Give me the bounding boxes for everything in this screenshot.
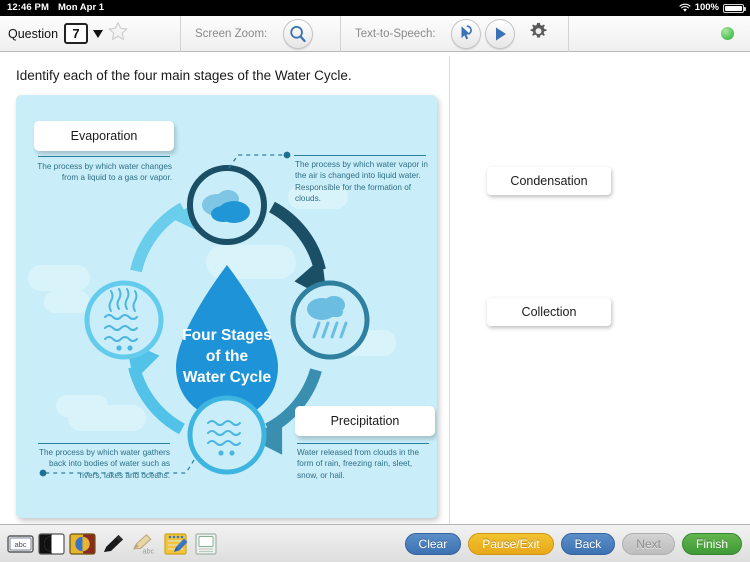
question-label: Question xyxy=(8,26,59,41)
svg-text:abc: abc xyxy=(143,546,155,555)
water-cycle-figure: Four Stages of the Water Cycle Evaporati… xyxy=(16,95,437,518)
toolbar-divider-3 xyxy=(567,15,569,52)
ios-status-bar: 12:46 PM Mon Apr 1 100% xyxy=(0,0,750,16)
next-button: Next xyxy=(622,532,675,555)
pencil-tool-icon[interactable] xyxy=(99,530,127,558)
svg-text:abc: abc xyxy=(14,540,26,549)
status-indicator-section xyxy=(721,16,734,52)
bottom-toolbar: abc abc Clear Pause/Exit Back Next Finis… xyxy=(0,524,750,562)
question-selector-section: Question 7 xyxy=(0,16,180,52)
text-to-speech-section: Text-to-Speech: xyxy=(341,16,548,52)
stage-circle-evaporation xyxy=(84,280,164,360)
screen-zoom-label: Screen Zoom: xyxy=(195,27,268,40)
wifi-icon xyxy=(679,3,691,13)
stage-underline-condensation[interactable] xyxy=(294,155,426,156)
finish-button[interactable]: Finish xyxy=(681,532,742,555)
question-number-box[interactable]: 7 xyxy=(64,23,89,44)
battery-percent-label: 100% xyxy=(694,2,719,13)
text-to-speech-label: Text-to-Speech: xyxy=(355,27,436,40)
pane-divider xyxy=(449,56,450,524)
stage-circle-collection xyxy=(187,395,267,475)
battery-icon xyxy=(723,3,746,13)
drop-title-line-2: of the xyxy=(206,348,249,365)
magnifier-icon[interactable] xyxy=(283,18,314,49)
eraser-sheet-tool-icon[interactable] xyxy=(192,530,220,558)
contrast-tool-icon[interactable] xyxy=(37,530,65,558)
app-root: 12:46 PM Mon Apr 1 100% Question 7 Scree… xyxy=(0,0,750,562)
clear-button[interactable]: Clear xyxy=(404,532,462,555)
stage-circle-condensation xyxy=(187,165,267,245)
stage-underline-precipitation xyxy=(297,443,429,444)
status-bar-time: 12:46 PM xyxy=(7,2,49,13)
leader-line-condensation xyxy=(228,151,291,169)
color-overlay-tool-icon[interactable] xyxy=(68,530,96,558)
tool-icon-group: abc abc xyxy=(6,530,220,558)
stage-description-collection: The process by which water gathers back … xyxy=(38,448,170,480)
stage-description-condensation: The process by which water vapor in the … xyxy=(295,160,428,204)
stage-description-precipitation: Water released from clouds in the form o… xyxy=(297,448,420,480)
chevron-down-icon[interactable] xyxy=(93,29,104,38)
notepad-tool-icon[interactable] xyxy=(161,530,189,558)
back-button[interactable]: Back xyxy=(560,532,616,555)
abc-text-tool-icon[interactable]: abc xyxy=(6,530,34,558)
star-outline-icon[interactable] xyxy=(107,21,129,47)
stage-underline-collection[interactable] xyxy=(38,443,170,444)
play-icon[interactable] xyxy=(484,18,515,49)
question-prompt: Identify each of the four main stages of… xyxy=(16,68,352,83)
choice-collection[interactable]: Collection xyxy=(487,298,611,326)
stage-circle-precipitation xyxy=(290,280,370,360)
pause-exit-button[interactable]: Pause/Exit xyxy=(468,532,554,555)
drop-title-line-1: Four Stages xyxy=(182,327,272,344)
stage-description-evaporation: The process by which water changes from … xyxy=(37,162,172,183)
highlighter-abc-tool-icon[interactable]: abc xyxy=(130,530,158,558)
stage-label-precipitation[interactable]: Precipitation xyxy=(295,406,435,436)
gear-icon[interactable] xyxy=(529,22,548,46)
status-bar-date: Mon Apr 1 xyxy=(58,2,105,13)
speech-pointer-icon[interactable] xyxy=(450,18,481,49)
top-toolbar: Question 7 Screen Zoom: Text-to-Speech: xyxy=(0,15,750,52)
stage-underline-evaporation xyxy=(38,156,170,157)
green-status-dot xyxy=(721,27,734,40)
screen-zoom-section: Screen Zoom: xyxy=(181,16,340,52)
stage-label-evaporation[interactable]: Evaporation xyxy=(34,121,174,151)
choice-condensation[interactable]: Condensation xyxy=(487,167,611,195)
drop-title-line-3: Water Cycle xyxy=(183,369,272,386)
navigation-button-group: Clear Pause/Exit Back Next Finish xyxy=(398,532,742,555)
